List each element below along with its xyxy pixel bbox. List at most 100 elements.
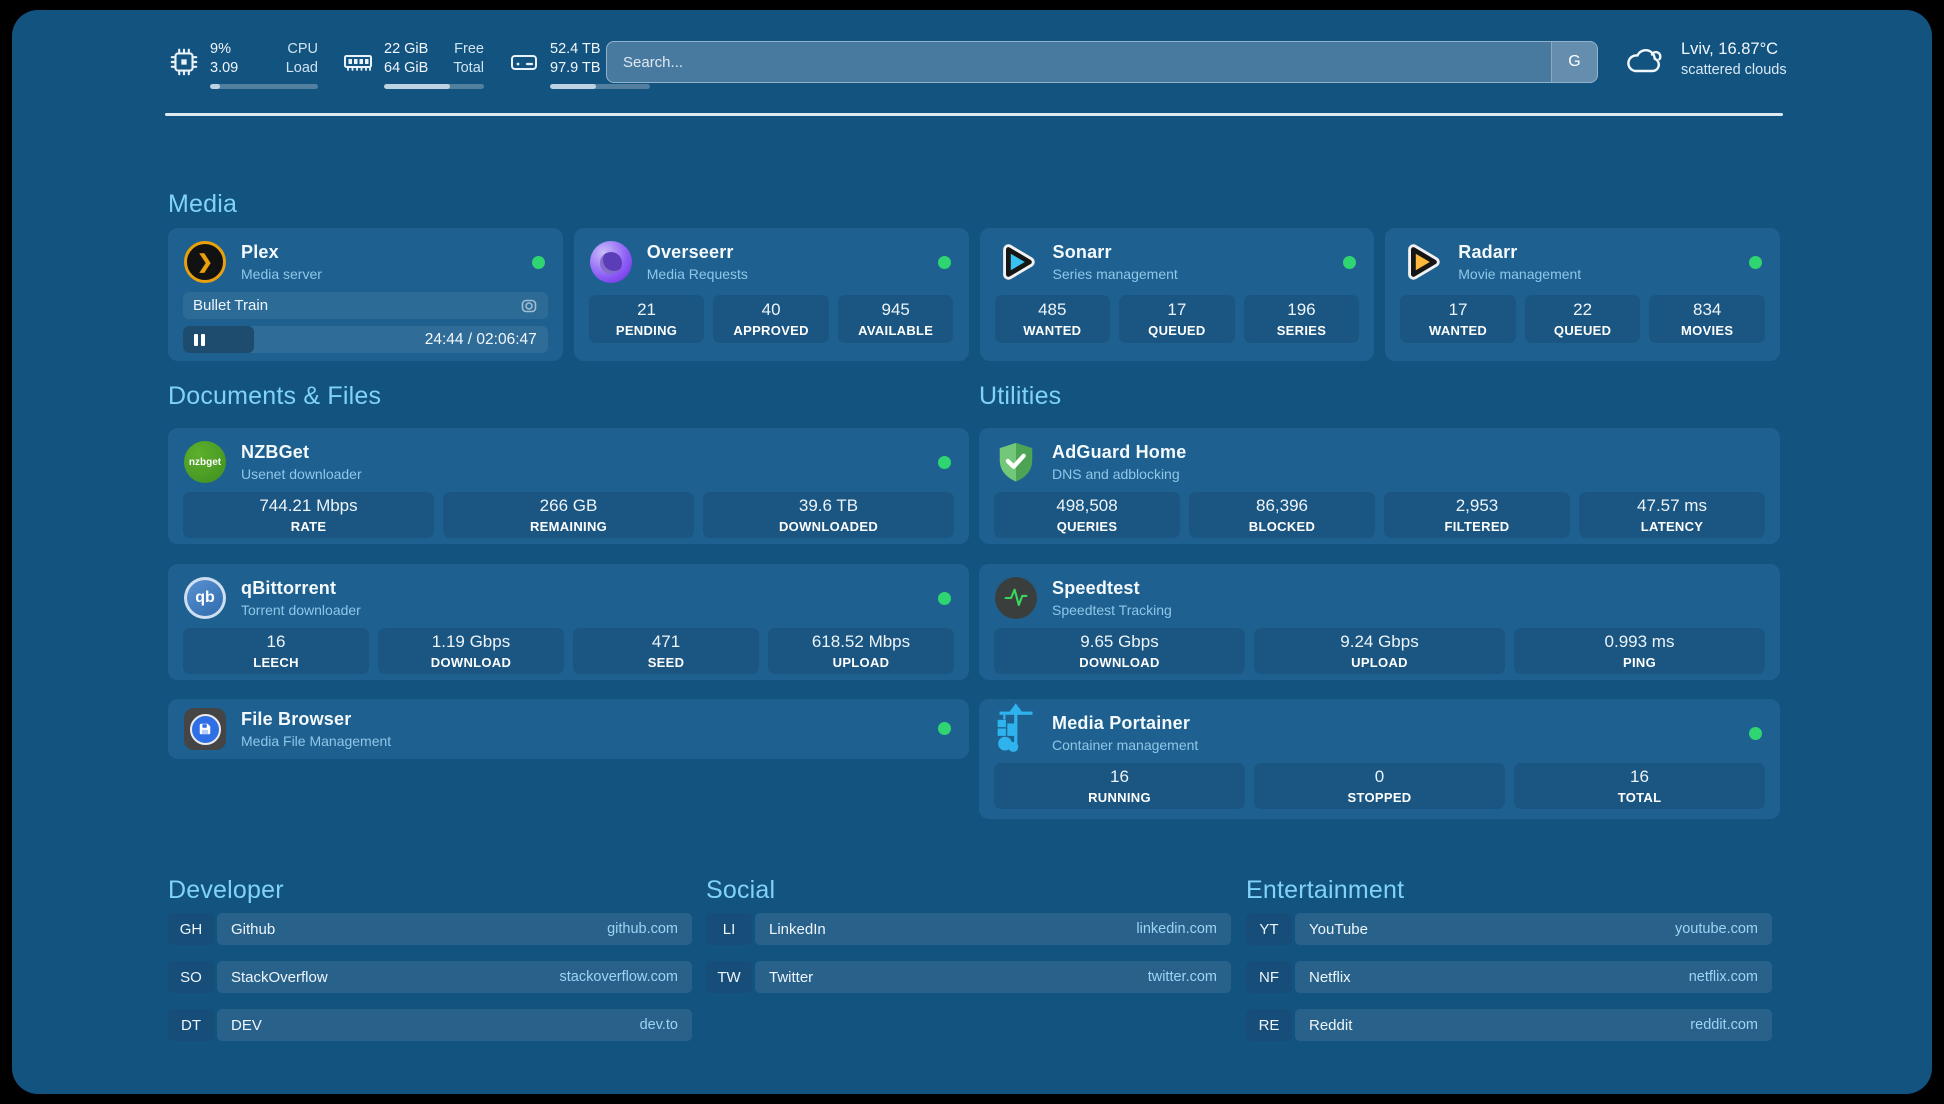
- ram-total-label: Total: [453, 59, 484, 78]
- twitter-url: twitter.com: [1148, 969, 1217, 985]
- portainer-title: Media Portainer: [1052, 713, 1198, 734]
- link-stackoverflow[interactable]: SO StackOverflowstackoverflow.com: [168, 961, 692, 993]
- ram-total-value: 64 GiB: [384, 59, 428, 78]
- nzbget-stat-rate: 744.21 MbpsRATE: [183, 492, 434, 538]
- ram-icon: [342, 46, 374, 78]
- radarr-subtitle: Movie management: [1458, 266, 1581, 282]
- search-bar: G: [606, 41, 1598, 83]
- plex-progress-row: 24:44 / 02:06:47: [183, 326, 548, 353]
- filebrowser-card[interactable]: File Browser Media File Management: [168, 699, 969, 759]
- sonarr-title: Sonarr: [1053, 242, 1178, 263]
- sonarr-stat-wanted: 485WANTED: [995, 295, 1111, 343]
- portainer-stat-stopped: 0STOPPED: [1254, 763, 1505, 809]
- plex-now-playing-row: Bullet Train: [183, 292, 548, 319]
- nzbget-stat-remaining: 266 GBREMAINING: [443, 492, 694, 538]
- link-youtube[interactable]: YT YouTubeyoutube.com: [1246, 913, 1772, 945]
- qbittorrent-card[interactable]: qb qBittorrent Torrent downloader 16LEEC…: [168, 564, 969, 680]
- radarr-card[interactable]: Radarr Movie management 17WANTED 22QUEUE…: [1385, 228, 1780, 361]
- overseerr-card[interactable]: Overseerr Media Requests 21PENDING 40APP…: [574, 228, 969, 361]
- weather-location-temp: Lviv, 16.87°C: [1681, 40, 1787, 59]
- plex-icon: ❯: [184, 241, 226, 283]
- speedtest-card[interactable]: Speedtest Speedtest Tracking 9.65 GbpsDO…: [979, 564, 1780, 680]
- nzbget-status-dot: [938, 456, 951, 469]
- link-netflix[interactable]: NF Netflixnetflix.com: [1246, 961, 1772, 993]
- nzbget-subtitle: Usenet downloader: [241, 466, 362, 482]
- speedtest-stat-ping: 0.993 msPING: [1514, 628, 1765, 674]
- link-linkedin[interactable]: LI LinkedInlinkedin.com: [706, 913, 1231, 945]
- search-input[interactable]: [607, 42, 1551, 82]
- github-name: Github: [231, 921, 275, 938]
- overseerr-title: Overseerr: [647, 242, 748, 263]
- filebrowser-title: File Browser: [241, 709, 391, 730]
- sonarr-stat-queued: 17QUEUED: [1119, 295, 1235, 343]
- adguard-stat-latency: 47.57 msLATENCY: [1579, 492, 1765, 538]
- filebrowser-subtitle: Media File Management: [241, 733, 391, 749]
- sonarr-card[interactable]: Sonarr Series management 485WANTED 17QUE…: [980, 228, 1375, 361]
- speedtest-title: Speedtest: [1052, 578, 1172, 599]
- stackoverflow-url: stackoverflow.com: [560, 969, 678, 985]
- sonarr-stat-series: 196SERIES: [1244, 295, 1360, 343]
- pause-icon[interactable]: [194, 334, 205, 346]
- cpu-usage-value: 9%: [210, 40, 231, 59]
- portainer-status-dot: [1749, 727, 1762, 740]
- reddit-name: Reddit: [1309, 1017, 1352, 1034]
- nzbget-card[interactable]: nzbget NZBGet Usenet downloader 744.21 M…: [168, 428, 969, 544]
- plex-time: 24:44 / 02:06:47: [425, 331, 548, 349]
- disk-free-value: 52.4 TB: [550, 40, 601, 59]
- google-search-button[interactable]: G: [1551, 42, 1597, 82]
- video-settings-icon[interactable]: [520, 297, 538, 315]
- link-github[interactable]: GH Githubgithub.com: [168, 913, 692, 945]
- media-cards-row: ❯ Plex Media server Bullet Train 24:44 /…: [168, 228, 1780, 361]
- weather-condition: scattered clouds: [1681, 62, 1787, 78]
- nzbget-title: NZBGet: [241, 442, 362, 463]
- link-dev[interactable]: DT DEVdev.to: [168, 1009, 692, 1041]
- link-reddit[interactable]: RE Redditreddit.com: [1246, 1009, 1772, 1041]
- qbittorrent-title: qBittorrent: [241, 578, 361, 599]
- plex-title: Plex: [241, 242, 322, 263]
- qbittorrent-stat-upload: 618.52 MbpsUPLOAD: [768, 628, 954, 674]
- twitter-abbr: TW: [706, 961, 752, 993]
- dev-name: DEV: [231, 1017, 262, 1034]
- ram-progress-bar: [384, 84, 484, 89]
- ram-stat-group: 22 GiB Free 64 GiB Total: [342, 40, 484, 89]
- nzbget-icon: nzbget: [184, 441, 226, 483]
- cpu-label: CPU: [287, 40, 318, 59]
- adguard-card[interactable]: AdGuard Home DNS and adblocking 498,508Q…: [979, 428, 1780, 544]
- developer-links: GH Githubgithub.com SO StackOverflowstac…: [168, 913, 692, 1057]
- dashboard-panel: 9%CPU 3.09Load 22 GiBFree 64 GiBTotal: [12, 10, 1932, 1094]
- qbittorrent-stat-seed: 471SEED: [573, 628, 759, 674]
- portainer-icon: [994, 702, 1038, 756]
- radarr-title: Radarr: [1458, 242, 1581, 263]
- plex-card[interactable]: ❯ Plex Media server Bullet Train 24:44 /…: [168, 228, 563, 361]
- ram-free-label: Free: [454, 40, 484, 59]
- plex-status-dot: [532, 256, 545, 269]
- overseerr-stat-approved: 40APPROVED: [713, 295, 829, 343]
- adguard-stat-filtered: 2,953FILTERED: [1384, 492, 1570, 538]
- netflix-abbr: NF: [1246, 961, 1292, 993]
- overseerr-status-dot: [938, 256, 951, 269]
- header-divider: [165, 113, 1783, 116]
- netflix-name: Netflix: [1309, 969, 1351, 986]
- sonarr-subtitle: Series management: [1053, 266, 1178, 282]
- sonarr-icon: [995, 239, 1039, 285]
- overseerr-icon: [590, 241, 632, 283]
- section-heading-social: Social: [706, 876, 775, 905]
- cpu-icon: [168, 46, 200, 78]
- linkedin-abbr: LI: [706, 913, 752, 945]
- radarr-stat-queued: 22QUEUED: [1525, 295, 1641, 343]
- cpu-load-value: 3.09: [210, 59, 238, 78]
- portainer-card[interactable]: Media Portainer Container management 16R…: [979, 699, 1780, 819]
- youtube-name: YouTube: [1309, 921, 1368, 938]
- portainer-stat-running: 16RUNNING: [994, 763, 1245, 809]
- twitter-name: Twitter: [769, 969, 813, 986]
- linkedin-url: linkedin.com: [1136, 921, 1217, 937]
- link-twitter[interactable]: TW Twitter twitter.com: [706, 961, 1231, 993]
- section-heading-entertainment: Entertainment: [1246, 876, 1404, 905]
- ram-free-value: 22 GiB: [384, 40, 428, 59]
- overseerr-subtitle: Media Requests: [647, 266, 748, 282]
- portainer-subtitle: Container management: [1052, 737, 1198, 753]
- youtube-url: youtube.com: [1675, 921, 1758, 937]
- github-url: github.com: [607, 921, 678, 937]
- disk-progress-bar: [550, 84, 650, 89]
- cpu-progress-bar: [210, 84, 318, 89]
